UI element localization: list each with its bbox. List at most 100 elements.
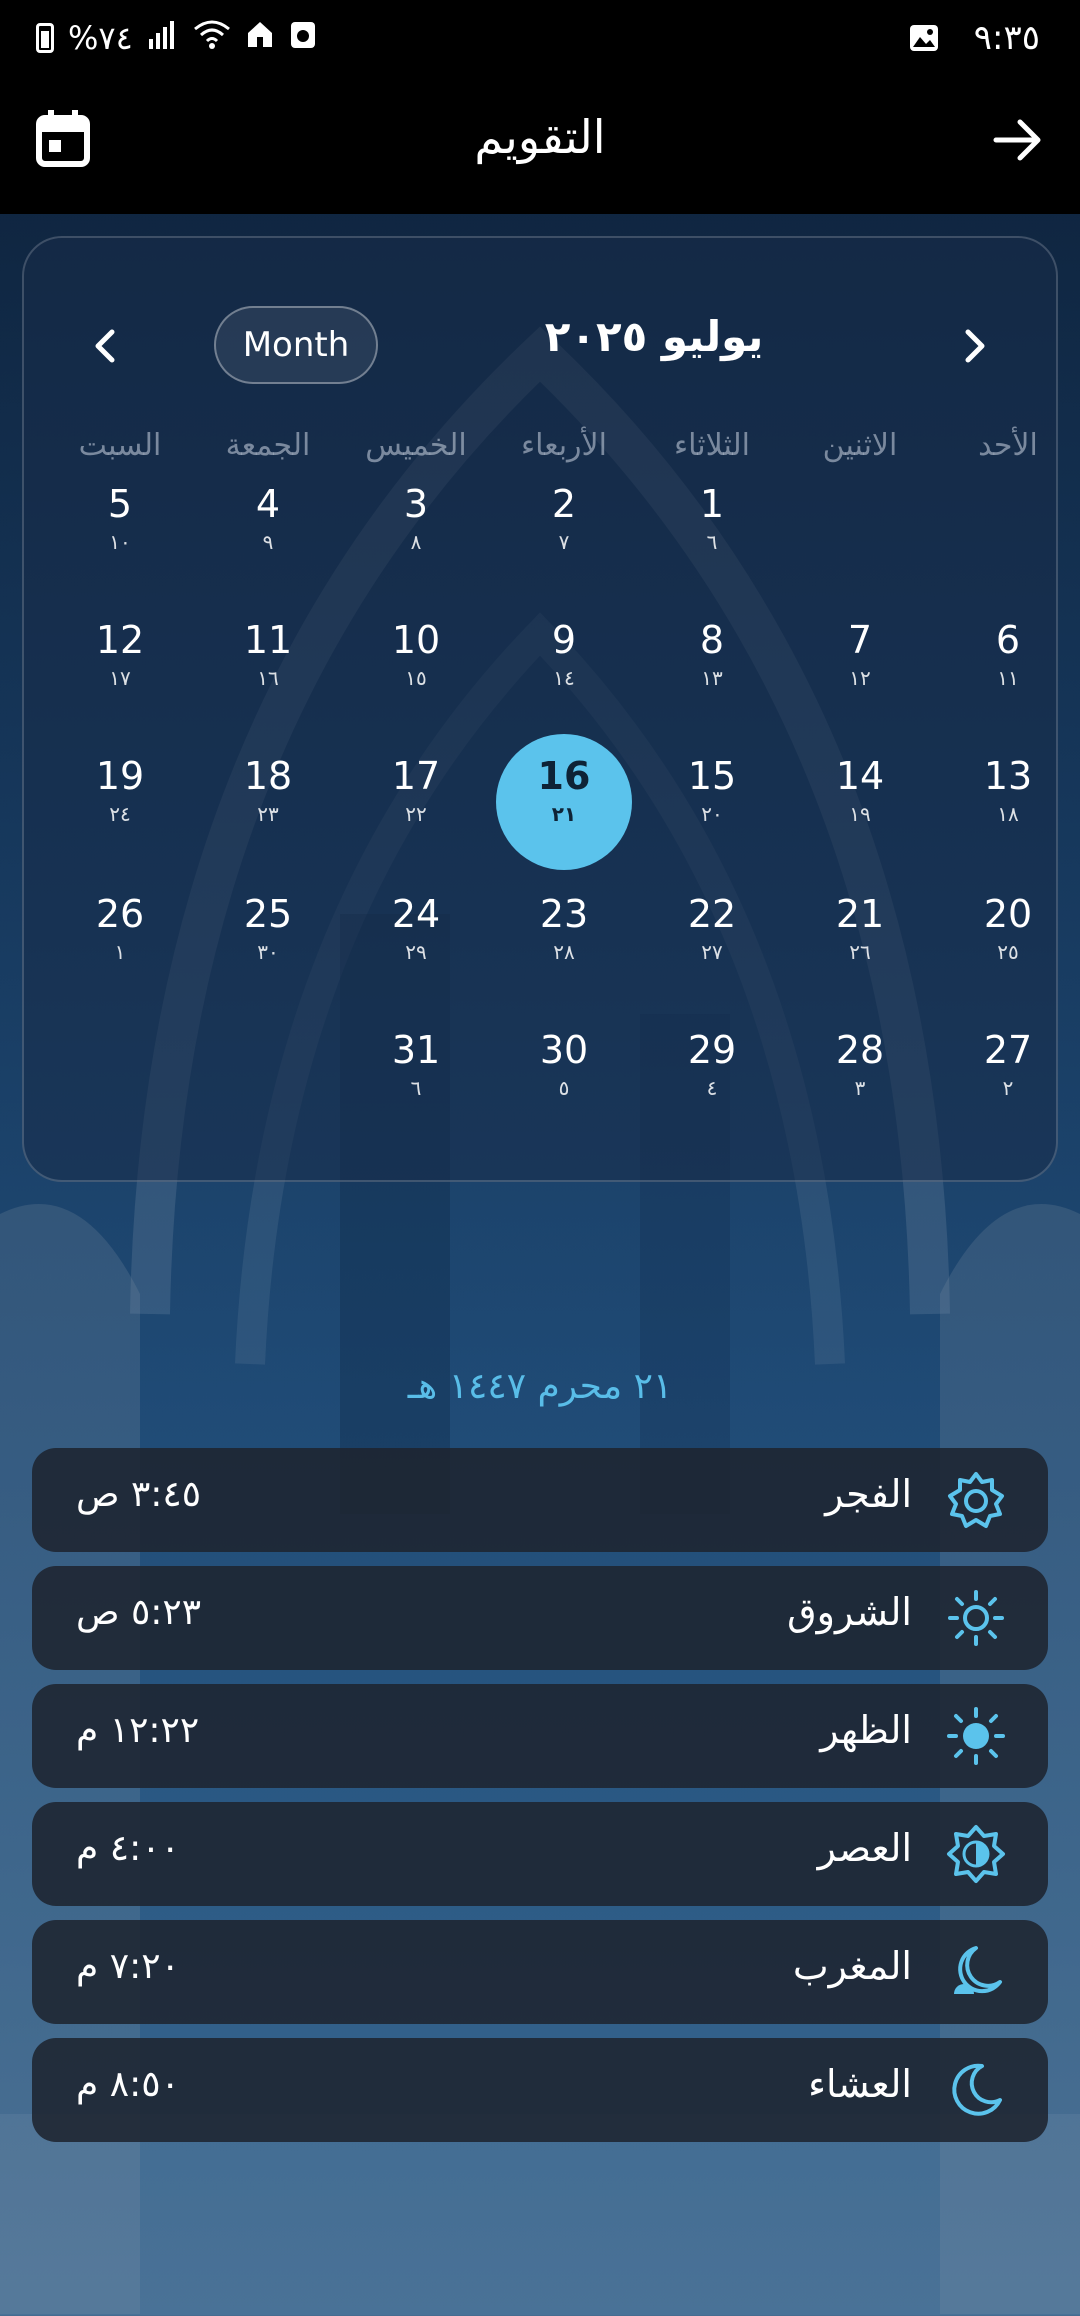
calendar-day[interactable]: 22 ٢٧: [638, 884, 786, 1020]
hijri-date: ٢١ محرم ١٤٤٧ هـ: [407, 1366, 673, 1407]
hijri-day-number: ٢٥: [997, 940, 1019, 964]
prayer-name: الظهر: [820, 1708, 912, 1752]
calendar-day[interactable]: 21 ٢٦: [786, 884, 934, 1020]
gregorian-day-number: 7: [847, 618, 873, 662]
calendar-day[interactable]: 5 ١٠: [46, 474, 194, 610]
hijri-day-number: ٢٦: [849, 940, 871, 964]
status-left: %٧٤: [36, 18, 317, 58]
prayer-name: العصر: [817, 1826, 912, 1870]
weekday-label: الأحد: [978, 428, 1038, 463]
prayer-row-asr[interactable]: العصر ٤:٠٠ م: [32, 1802, 1048, 1906]
calendar-day[interactable]: 6 ١١: [934, 610, 1080, 746]
calendar-day[interactable]: 11 ١٦: [194, 610, 342, 746]
weekday-label: الأربعاء: [520, 428, 607, 463]
calendar-day[interactable]: 14 ١٩: [786, 746, 934, 882]
gregorian-day-number: 20: [983, 892, 1033, 936]
prayer-row-maghrib[interactable]: المغرب ٧:٢٠ م: [32, 1920, 1048, 2024]
hijri-day-number: ٢١: [551, 802, 577, 826]
calendar-day[interactable]: 23 ٢٨: [490, 884, 638, 1020]
gregorian-day-number: 27: [983, 1028, 1033, 1072]
recycle-icon: [289, 18, 317, 58]
prayer-time: ٥:٢٣ ص: [76, 1592, 202, 1633]
gregorian-day-number: 11: [243, 618, 293, 662]
calendar-day[interactable]: 13 ١٨: [934, 746, 1080, 882]
status-bar: %٧٤ ٩:٣٥: [0, 0, 1080, 84]
hijri-day-number: ٢٢: [405, 802, 427, 826]
calendar-day[interactable]: 20 ٢٥: [934, 884, 1080, 1020]
calendar-day[interactable]: 29 ٤: [638, 1020, 786, 1156]
calendar-day[interactable]: 27 ٢: [934, 1020, 1080, 1156]
calendar-day[interactable]: 8 ١٣: [638, 610, 786, 746]
hijri-day-number: ١٩: [849, 802, 871, 826]
weekday-header: السبت الجمعة الخميس الأربعاء الثلاثاء ال…: [24, 428, 1060, 478]
battery-percent: %٧٤: [68, 19, 133, 57]
hijri-day-number: ٦: [410, 1076, 422, 1100]
gregorian-day-number: 15: [687, 754, 737, 798]
gregorian-day-number: 14: [835, 754, 885, 798]
calendar-day[interactable]: 28 ٣: [786, 1020, 934, 1156]
hijri-day-number: ٢٤: [109, 802, 131, 826]
signal-icon: [147, 19, 179, 57]
calendar-day[interactable]: 3٨: [342, 474, 490, 610]
app-bar: التقويم: [0, 84, 1080, 214]
calendar-day[interactable]: 2٧: [490, 474, 638, 610]
gregorian-day-number: 28: [835, 1028, 885, 1072]
calendar-card: Month يوليو ٢٠٢٥ السبت الجمعة الخميس الأ…: [22, 236, 1058, 1182]
calendar-day[interactable]: 24 ٢٩: [342, 884, 490, 1020]
prayer-time: ٧:٢٠ م: [76, 1946, 180, 1987]
calendar-day[interactable]: 26 ١: [46, 884, 194, 1020]
chevron-left-icon[interactable]: [84, 324, 128, 368]
prayer-row-isha[interactable]: العشاء ٨:٥٠ م: [32, 2038, 1048, 2142]
half-sun-icon: [947, 1825, 1005, 1883]
hijri-day-number: ١٢: [849, 666, 871, 690]
hijri-day-number: ٣: [854, 1076, 866, 1100]
hijri-day-number: ٢٩: [405, 940, 427, 964]
calendar-day[interactable]: 18 ٢٣: [194, 746, 342, 882]
gregorian-day-number: 10: [391, 618, 441, 662]
gregorian-day-number: 8: [699, 618, 725, 662]
weekday-label: الثلاثاء: [673, 428, 751, 463]
gregorian-day-number: 21: [835, 892, 885, 936]
calendar-day[interactable]: 31 ٦: [342, 1020, 490, 1156]
gregorian-day-number: 2: [551, 482, 577, 526]
calendar-day[interactable]: 12 ١٧: [46, 610, 194, 746]
moon-set-icon: [954, 1946, 1002, 1994]
prayer-time: ٨:٥٠ م: [76, 2064, 180, 2105]
hijri-day-number: ١١: [997, 666, 1019, 690]
gregorian-day-number: 16: [537, 754, 591, 798]
gallery-icon: [910, 25, 938, 51]
arrow-right-icon[interactable]: [992, 114, 1044, 166]
gregorian-day-number: 1: [699, 482, 725, 526]
chevron-right-icon[interactable]: [952, 324, 996, 368]
hijri-day-number: ١٣: [701, 666, 723, 690]
calendar-day-today[interactable]: 16 ٢١: [490, 734, 638, 882]
gregorian-day-number: 3: [403, 482, 429, 526]
hijri-day-number: ١٦: [257, 666, 279, 690]
calendar-day[interactable]: 30 ٥: [490, 1020, 638, 1156]
gregorian-day-number: 23: [539, 892, 589, 936]
hijri-day-number: ٦: [706, 530, 718, 554]
prayer-row-sunrise[interactable]: الشروق ٥:٢٣ ص: [32, 1566, 1048, 1670]
calendar-day[interactable]: 17 ٢٢: [342, 746, 490, 882]
prayer-row-fajr[interactable]: الفجر ٣:٤٥ ص: [32, 1448, 1048, 1552]
prayer-time: ١٢:٢٢ م: [76, 1710, 200, 1751]
calendar-day[interactable]: 19 ٢٤: [46, 746, 194, 882]
calendar-day[interactable]: 10 ١٥: [342, 610, 490, 746]
prayer-row-dhuhr[interactable]: الظهر ١٢:٢٢ م: [32, 1684, 1048, 1788]
crescent-moon-icon: [952, 2063, 1002, 2116]
calendar-day[interactable]: 25 ٣٠: [194, 884, 342, 1020]
gregorian-day-number: 6: [995, 618, 1021, 662]
hijri-day-number: ٢٧: [701, 940, 723, 964]
calendar-day[interactable]: 9 ١٤: [490, 610, 638, 746]
battery-icon: [36, 23, 54, 53]
weekday-label: الاثنين: [822, 428, 898, 463]
calendar-day[interactable]: 7 ١٢: [786, 610, 934, 746]
gregorian-day-number: 29: [687, 1028, 737, 1072]
view-mode-button[interactable]: Month: [214, 306, 378, 384]
calendar-day[interactable]: 4٩: [194, 474, 342, 610]
gregorian-day-number: 9: [551, 618, 577, 662]
hijri-day-number: ٢٨: [553, 940, 575, 964]
calendar-day[interactable]: 1٦: [638, 474, 786, 610]
calendar-day[interactable]: 15 ٢٠: [638, 746, 786, 882]
gregorian-day-number: 25: [243, 892, 293, 936]
